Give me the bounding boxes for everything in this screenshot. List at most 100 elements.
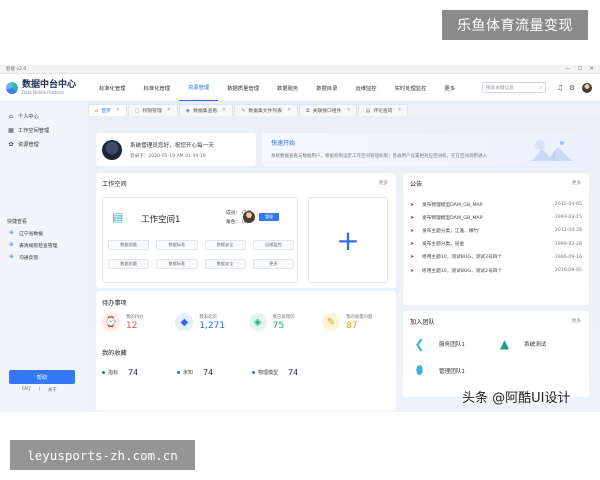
sidebar-quick-label: 辽宁省数据 [19, 231, 43, 237]
tab-item[interactable]: ▢ 权限管理 ✕ [127, 104, 178, 116]
quick-start-card[interactable]: 快速开始 系统数据查看与数据用户，根据权限设定工作空间管理权限；普通用户设置相对… [262, 133, 590, 166]
notice-text: 发布物理模型DAM_GB_MAP [422, 202, 483, 208]
todo-label: 我的质量问题 [345, 314, 373, 320]
user-avatar[interactable] [582, 82, 592, 93]
footer-link[interactable]: FAQ [22, 387, 31, 393]
workspace-card[interactable]: ▤ 工作空间1 成员： (12) 角色： (6) 管理 数据质量数据标准数据安全… [102, 197, 298, 283]
close-icon[interactable]: ✕ [589, 66, 594, 72]
app-window: 智能 v2.0 — ☐ ✕ 数据中台中心 Data Middle Platfor… [0, 65, 600, 412]
maximize-icon[interactable]: ☐ [577, 66, 582, 72]
watermark-top: 乐鱼体育流量变现 [442, 10, 588, 40]
tab-item[interactable]: ✎ 数据集文件列表 ✕ [234, 104, 299, 116]
sidebar-item[interactable]: ✿ 资源管理 [0, 137, 88, 151]
sidebar-quick-item[interactable]: ⊕ 沟通反馈 [0, 251, 88, 263]
tab-icon: ▤ [365, 107, 371, 114]
team-item[interactable]: ❮ 服务团队1 [413, 337, 498, 351]
app-logo[interactable]: 数据中台中心 Data Middle Platform [0, 80, 90, 95]
tab-label: 评论查询 [373, 109, 393, 114]
sidebar-item-label: 工作空间管理 [18, 127, 50, 134]
logo-icon [6, 81, 18, 94]
workspace-more-link[interactable]: 更多 [379, 180, 388, 186]
tab-item[interactable]: ▤ 评论查询 ✕ [358, 104, 409, 116]
tab-item[interactable]: ⧉ 关联接口组件 ✕ [299, 104, 358, 116]
workspace-shortcut-button[interactable]: 运维监控 [252, 240, 294, 250]
notice-row[interactable]: ➤ 发布主题分类，江淮、横竹 2013-04-29 [410, 224, 582, 237]
window-titlebar: 智能 v2.0 — ☐ ✕ [0, 65, 600, 74]
close-icon[interactable]: ✕ [397, 108, 401, 113]
nav-item[interactable]: 数据服务 [268, 74, 307, 101]
team-more-link[interactable]: 更多 [572, 318, 581, 324]
close-icon[interactable]: ✕ [222, 108, 226, 113]
nav-item[interactable]: 标准化管理 [90, 74, 135, 101]
notice-row[interactable]: ➤ 发布主题分类，屈金 1999-02-28 [410, 238, 582, 251]
nav-item[interactable]: 资源管理 [179, 74, 219, 101]
search-icon[interactable]: ⌕ [539, 85, 542, 91]
send-icon: ➤ [410, 254, 415, 261]
todo-item[interactable]: ◆ 我发起的 1,271 [175, 313, 245, 331]
sidebar-item-label: 资源管理 [18, 141, 39, 148]
todo-item[interactable]: ⌚ 我的待办 12 [102, 313, 172, 331]
notice-row[interactable]: ➤ 发布物理模型DAM_GB_MAP 1993-03-15 [410, 211, 582, 224]
workspace-shortcut-button[interactable]: 数据标准 [156, 259, 198, 269]
sidebar-quick-item[interactable]: ⊕ 表清规则检查管理 [0, 239, 88, 251]
close-icon[interactable]: ✕ [287, 108, 291, 113]
nav-item[interactable]: 更多 [435, 74, 464, 101]
top-header: 数据中台中心 Data Middle Platform 标准化管理 标准化管理 资源… [0, 74, 600, 102]
team-item[interactable]: ⬮ 管理团队1 [413, 363, 498, 377]
notice-row[interactable]: ➤ 修用主题10，测试BUG，测试2号四个 1986-09-16 [410, 251, 582, 264]
nav-item[interactable]: 标准化管理 [135, 74, 180, 101]
notice-row[interactable]: ➤ 发布物理模型DAM_GB_MAP 2015-04-05 [410, 198, 582, 211]
sidebar-item[interactable]: ⌂ 个人中心 [0, 109, 88, 123]
notice-date: 2015-04-05 [554, 202, 582, 208]
workspace-shortcut-button[interactable]: 数据标准 [156, 240, 198, 250]
watermark-author: 头条 @阿酷UI设计 [462, 391, 571, 406]
todo-label: 我已处理的 [272, 314, 295, 320]
tab-label: 关联接口组件 [312, 109, 342, 114]
workspace-manage-badge[interactable]: 管理 [259, 213, 279, 221]
close-icon[interactable]: ✕ [167, 108, 171, 113]
bell-icon[interactable]: ♫ [554, 84, 566, 92]
notice-text: 发布物理模型DAM_GB_MAP [422, 215, 483, 221]
sidebar-item[interactable]: ▦ 工作空间管理 [0, 123, 88, 137]
workspace-shortcut-button[interactable]: 更多 [252, 259, 294, 269]
notice-more-link[interactable]: 更多 [572, 180, 581, 186]
notice-row[interactable]: ➤ 修用主题10，测试BUG，测试2号四个 2016-09-05 [410, 264, 582, 277]
favorite-item[interactable]: 指标 74 [102, 368, 177, 377]
nav-item[interactable]: 数据目录 [307, 74, 346, 101]
help-button[interactable]: 帮助 [9, 370, 75, 384]
nav-item[interactable]: 数据质量管理 [218, 74, 268, 101]
todo-item[interactable]: ✎ 我的质量问题 87 [321, 313, 392, 331]
send-icon: ➤ [410, 214, 415, 221]
add-workspace-button[interactable]: + [308, 197, 388, 283]
team-item[interactable]: ▲ 系统测试 [498, 337, 583, 351]
workspace-shortcut-button[interactable]: 数据质量 [108, 259, 150, 269]
close-icon[interactable]: ✕ [116, 108, 120, 113]
notice-text: 发布主题分类，江淮、横竹 [422, 228, 479, 234]
workspace-panel: 工作空间 更多 ▤ 工作空间1 成员： (12) 角色： (6) 管理 数据质量… [96, 173, 396, 288]
todo-icon: ◆ [175, 313, 194, 331]
welcome-greeting: 系统管理员您好，祝您开心每一天 [130, 142, 214, 149]
workspace-shortcut-button[interactable]: 数据质量 [108, 240, 150, 250]
workspace-shortcut-button[interactable]: 数据安全 [204, 240, 246, 250]
sidebar-quick-item[interactable]: ⊕ 辽宁省数据 [0, 227, 88, 239]
favorite-count: 74 [288, 368, 299, 377]
favorite-item[interactable]: 未知 74 [177, 368, 252, 377]
tab-item[interactable]: ◉ 数据集查看 ✕ [178, 104, 234, 116]
search-input[interactable]: 搜索关键信息 ⌕ [482, 82, 546, 93]
nav-item[interactable]: 实时处理监控 [386, 74, 436, 101]
workspace-shortcuts: 数据质量 数据标准 数据安全 运维监控 数据质量 数据标准 数据安全 更多 [108, 240, 294, 269]
plus-circle-icon: ⊕ [9, 242, 14, 248]
todo-icon: ⌚ [102, 313, 120, 331]
team-panel: 加入团队 更多 ❮ 服务团队1 ▲ 系统测试 ⬮ 管理团队1 [403, 311, 589, 397]
gear-icon[interactable]: ⚙ [566, 84, 578, 92]
workspace-shortcut-button[interactable]: 数据安全 [204, 259, 246, 269]
todo-item[interactable]: ◈ 我已处理的 75 [248, 313, 319, 331]
notice-date: 2013-04-29 [554, 228, 582, 234]
tab-item[interactable]: ⌂ 首页 ✕ [88, 104, 127, 116]
close-icon[interactable]: ✕ [346, 108, 350, 113]
favorite-item[interactable]: 物理模型 74 [252, 368, 327, 377]
nav-item[interactable]: 运维监控 [346, 74, 385, 101]
minimize-icon[interactable]: — [565, 66, 571, 72]
workspace-name[interactable]: 工作空间1 [141, 213, 180, 225]
footer-link[interactable]: 关于 [48, 387, 57, 393]
